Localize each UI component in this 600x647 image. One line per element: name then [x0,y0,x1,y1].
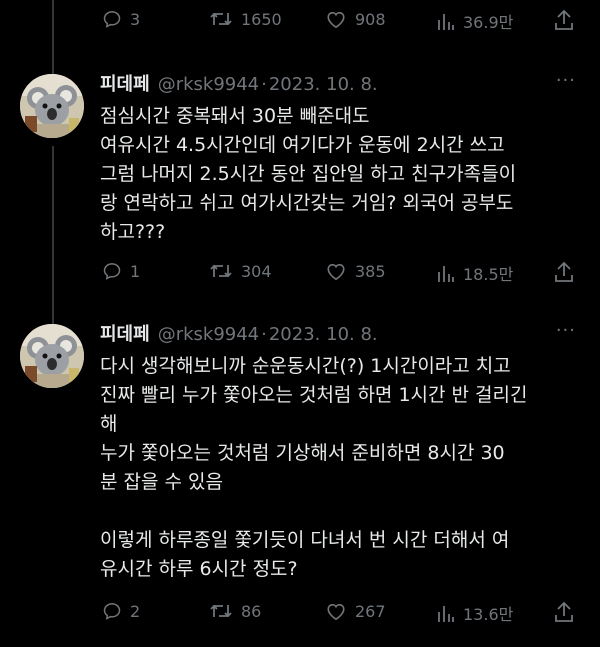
views-icon [438,14,454,30]
tweet-date[interactable]: 2023. 10. 8. [269,74,378,95]
reply-count: 3 [130,9,141,29]
more-options-button[interactable]: ··· [556,70,576,91]
retweet-count: 86 [241,601,262,621]
like-count: 385 [355,261,386,281]
tweet-header: 피데페 @rksk9944 · 2023. 10. 8. [100,70,378,96]
avatar[interactable] [20,324,84,388]
retweet-icon [210,12,232,26]
views-count: 36.9만 [463,13,514,32]
share-button[interactable] [554,9,574,31]
user-handle[interactable]: @rksk9944 [158,324,259,345]
tweet-date[interactable]: 2023. 10. 8. [269,324,378,345]
action-bar: 2 86 267 13.6만 [0,601,600,625]
like-count: 267 [355,601,386,621]
more-options-button[interactable]: ··· [556,320,576,341]
views-count: 18.5만 [463,265,514,284]
share-button[interactable] [554,261,574,283]
tweet-text: 점심시간 중복돼서 30분 빼준대도 여유시간 4.5시간인데 여기다가 운동에… [100,105,517,243]
share-button[interactable] [554,601,574,623]
share-icon [555,601,573,622]
reply-button[interactable]: 1 [102,261,140,281]
koala-avatar-image [20,324,84,388]
heart-icon [327,603,345,621]
share-icon [555,9,573,30]
koala-avatar-image [20,74,84,138]
reply-count: 2 [130,601,141,621]
display-name[interactable]: 피데페 [100,324,150,345]
reply-button[interactable]: 2 [102,601,140,621]
views-button[interactable]: 18.5만 [437,261,513,285]
tweet[interactable]: 피데페 @rksk9944 · 2023. 10. 8. ··· 점심시간 중복돼서 … [0,68,600,290]
retweet-count: 304 [241,261,272,281]
tweet[interactable]: 피데페 @rksk9944 · 2023. 10. 8. ··· 다시 생각해보니까 … [0,318,600,638]
views-count: 13.6만 [463,605,514,624]
separator-dot: · [261,324,267,345]
reply-icon [103,263,121,280]
views-icon [438,266,454,282]
like-button[interactable]: 908 [325,9,386,29]
retweet-button[interactable]: 86 [209,601,261,621]
retweet-count: 1650 [241,9,282,29]
like-button[interactable]: 267 [325,601,386,621]
retweet-button[interactable]: 1650 [209,9,282,29]
avatar[interactable] [20,74,84,138]
action-bar: 3 1650 908 36.9만 [0,9,600,33]
separator-dot: · [261,74,267,95]
display-name[interactable]: 피데페 [100,74,150,95]
like-button[interactable]: 385 [325,261,386,281]
share-icon [555,261,573,282]
retweet-icon [210,264,232,278]
retweet-icon [210,604,232,618]
heart-icon [327,263,345,281]
heart-icon [327,11,345,29]
tweet-text: 다시 생각해보니까 순운동시간(?) 1시간이라고 치고 진짜 빨리 누가 쫓아… [100,355,528,580]
views-icon [438,606,454,622]
like-count: 908 [355,9,386,29]
user-handle[interactable]: @rksk9944 [158,74,259,95]
views-button[interactable]: 13.6만 [437,601,513,625]
reply-icon [103,603,121,620]
reply-count: 1 [130,261,141,281]
retweet-button[interactable]: 304 [209,261,272,281]
reply-icon [103,11,121,28]
views-button[interactable]: 36.9만 [437,9,513,33]
action-bar: 1 304 385 18.5만 [0,261,600,285]
reply-button[interactable]: 3 [102,9,140,29]
tweet-header: 피데페 @rksk9944 · 2023. 10. 8. [100,320,378,346]
